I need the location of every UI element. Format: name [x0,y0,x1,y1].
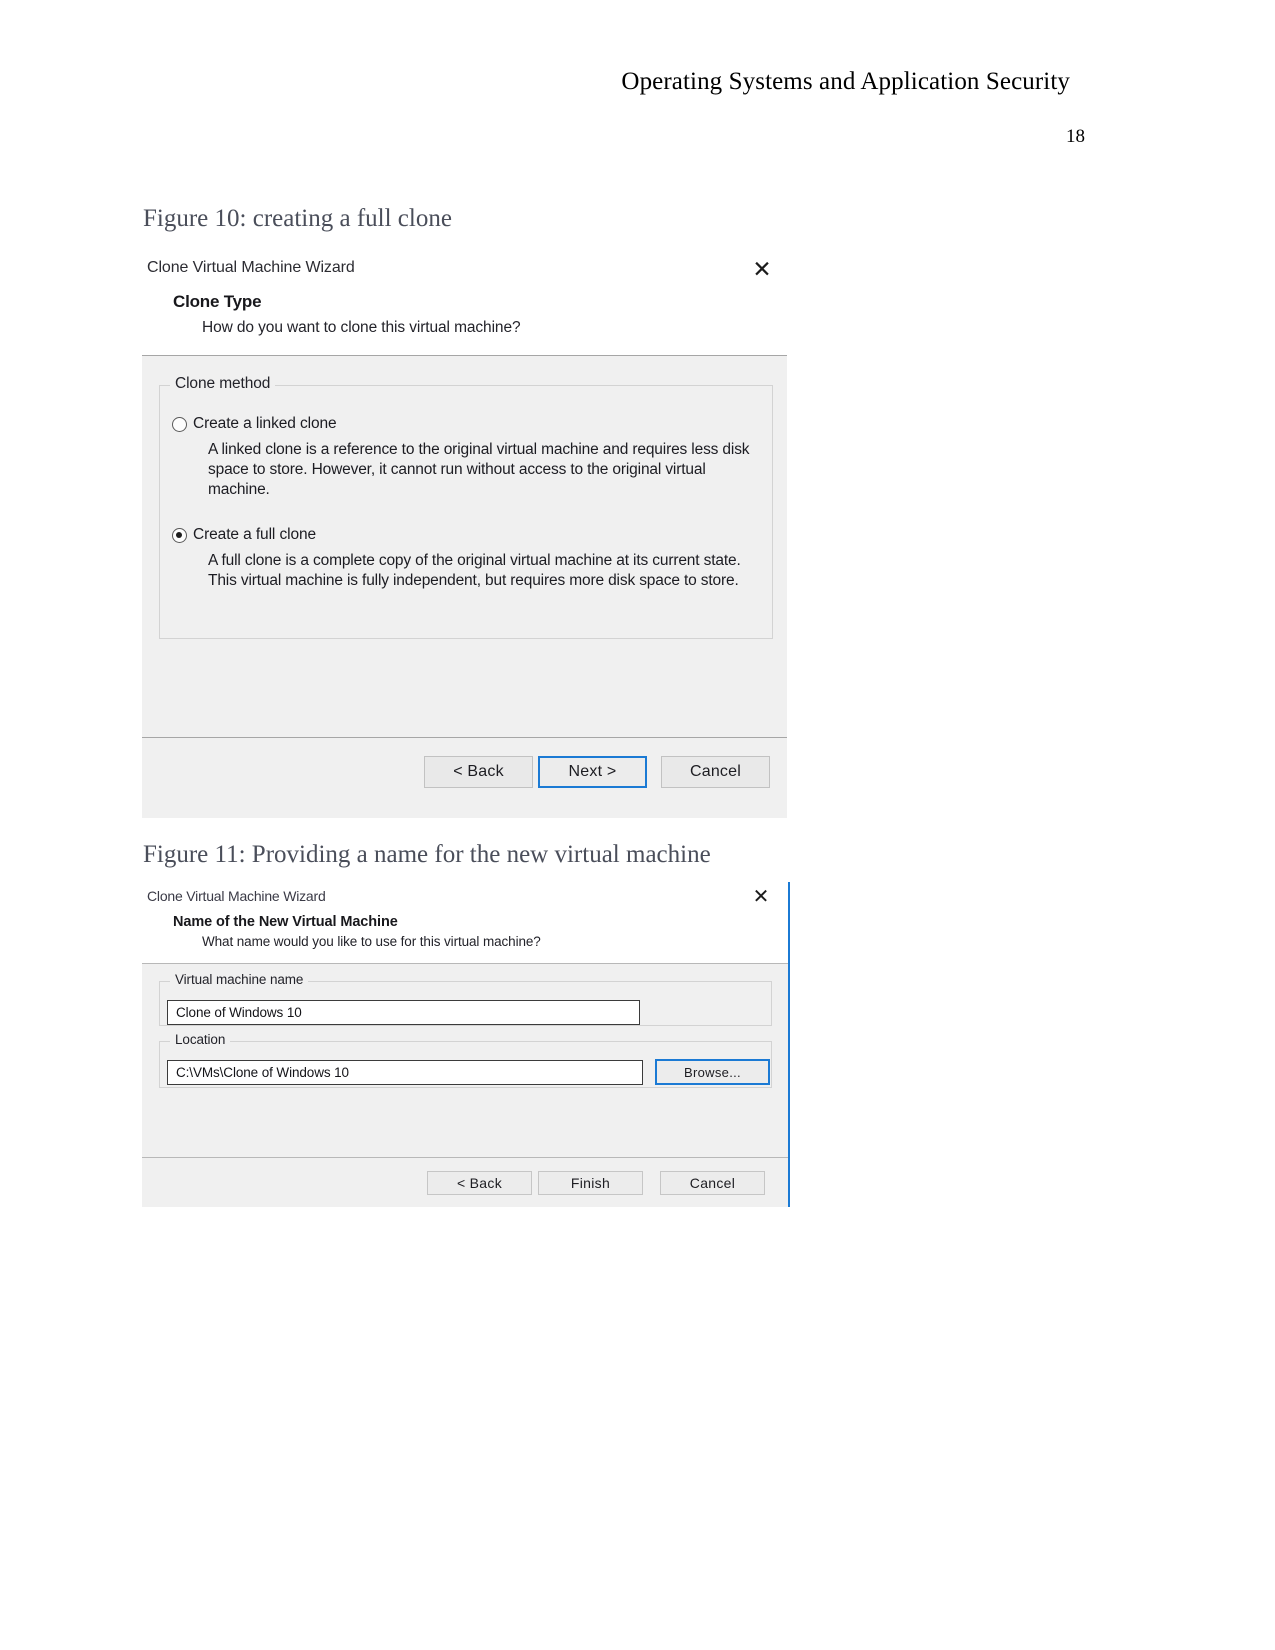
clone-method-legend: Clone method [170,375,276,393]
dialog-footer: < Back Next > Cancel [142,737,787,810]
radio-button-icon[interactable] [172,417,187,432]
vm-name-input[interactable]: Clone of Windows 10 [167,1000,640,1025]
clone-type-wizard-dialog: Clone Virtual Machine Wizard ✕ Clone Typ… [142,250,787,818]
dialog-title: Clone Virtual Machine Wizard [147,888,326,904]
location-legend: Location [170,1032,231,1047]
dialog-titlebar: Clone Virtual Machine Wizard ✕ [142,882,788,914]
cancel-button[interactable]: Cancel [660,1171,765,1195]
radio-full-clone-description: A full clone is a complete copy of the o… [208,552,741,589]
dialog-footer: < Back Finish Cancel [142,1157,788,1207]
radio-option-full-clone[interactable]: Create a full clone A full clone is a co… [172,526,752,591]
dialog-body: Clone method Create a linked clone A lin… [142,356,787,737]
back-button[interactable]: < Back [424,756,533,788]
page-number: 18 [1066,126,1085,147]
dialog-header-title: Name of the New Virtual Machine [173,914,398,930]
location-input[interactable]: C:\VMs\Clone of Windows 10 [167,1060,643,1085]
close-icon[interactable]: ✕ [748,884,774,910]
radio-linked-clone-description: A linked clone is a reference to the ori… [208,441,750,498]
next-button[interactable]: Next > [538,756,647,788]
vm-name-legend: Virtual machine name [170,972,309,987]
dialog-body: Virtual machine name Clone of Windows 10… [142,964,788,1157]
dialog-header-subtitle: What name would you like to use for this… [202,934,541,949]
dialog-title: Clone Virtual Machine Wizard [147,259,355,276]
figure-10-caption: Figure 10: creating a full clone [143,205,452,232]
finish-button[interactable]: Finish [538,1171,643,1195]
back-button[interactable]: < Back [427,1171,532,1195]
radio-full-clone-label: Create a full clone [193,526,317,543]
radio-linked-clone-head[interactable]: Create a linked clone [172,415,752,437]
dialog-header-block: Clone Type How do you want to clone this… [142,292,787,355]
radio-full-clone-head[interactable]: Create a full clone [172,526,752,548]
dialog-titlebar: Clone Virtual Machine Wizard ✕ [142,250,787,292]
dialog-header-subtitle: How do you want to clone this virtual ma… [202,319,521,336]
radio-button-selected-icon[interactable] [172,528,187,543]
radio-option-linked-clone[interactable]: Create a linked clone A linked clone is … [172,415,752,500]
dialog-header-title: Clone Type [173,292,262,311]
browse-button[interactable]: Browse... [655,1059,770,1085]
document-header-title: Operating Systems and Application Securi… [621,68,1070,95]
clone-method-groupbox: Clone method Create a linked clone A lin… [159,375,773,639]
close-icon[interactable]: ✕ [747,254,777,284]
figure-11-caption: Figure 11: Providing a name for the new … [143,841,711,868]
radio-linked-clone-label: Create a linked clone [193,415,337,432]
dialog-header-block: Name of the New Virtual Machine What nam… [142,914,788,963]
vm-name-wizard-dialog: Clone Virtual Machine Wizard ✕ Name of t… [142,882,790,1207]
cancel-button[interactable]: Cancel [661,756,770,788]
